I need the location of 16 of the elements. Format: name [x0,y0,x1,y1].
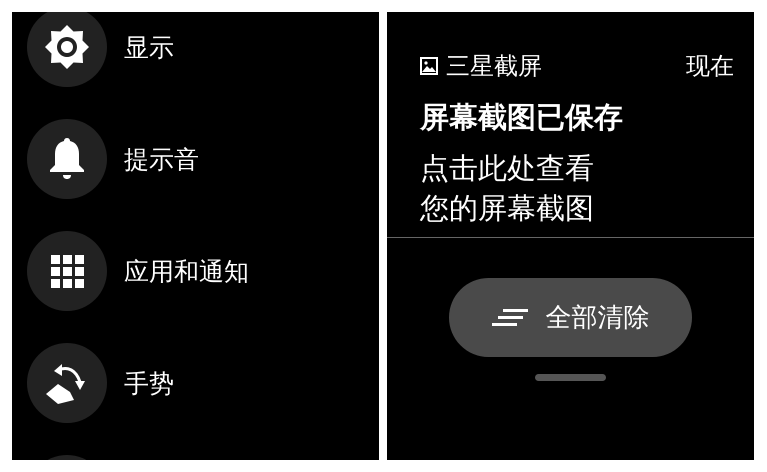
menu-item-label[interactable]: 手势 [124,366,174,400]
notification-text[interactable]: 您的屏幕截图 [420,188,734,228]
scroll-handle [535,374,606,381]
clear-all-button[interactable]: 全部清除 [449,278,692,357]
bell-icon [49,138,85,180]
menu-item-label[interactable]: 显示 [124,30,174,64]
menu-item-label[interactable]: 提示音 [124,142,199,176]
menu-item-label[interactable]: 应用和通知 [124,254,249,288]
notification-time: 现在 [686,51,734,82]
notification-text[interactable]: 点击此处查看 [420,148,734,188]
brightness-icon [44,24,90,70]
notification-title[interactable]: 屏幕截图已保存 [420,98,734,138]
apps-grid-icon [50,254,84,288]
image-icon [420,57,438,75]
app-name: 三星截屏 [446,51,542,82]
clear-lines-icon [492,308,528,326]
